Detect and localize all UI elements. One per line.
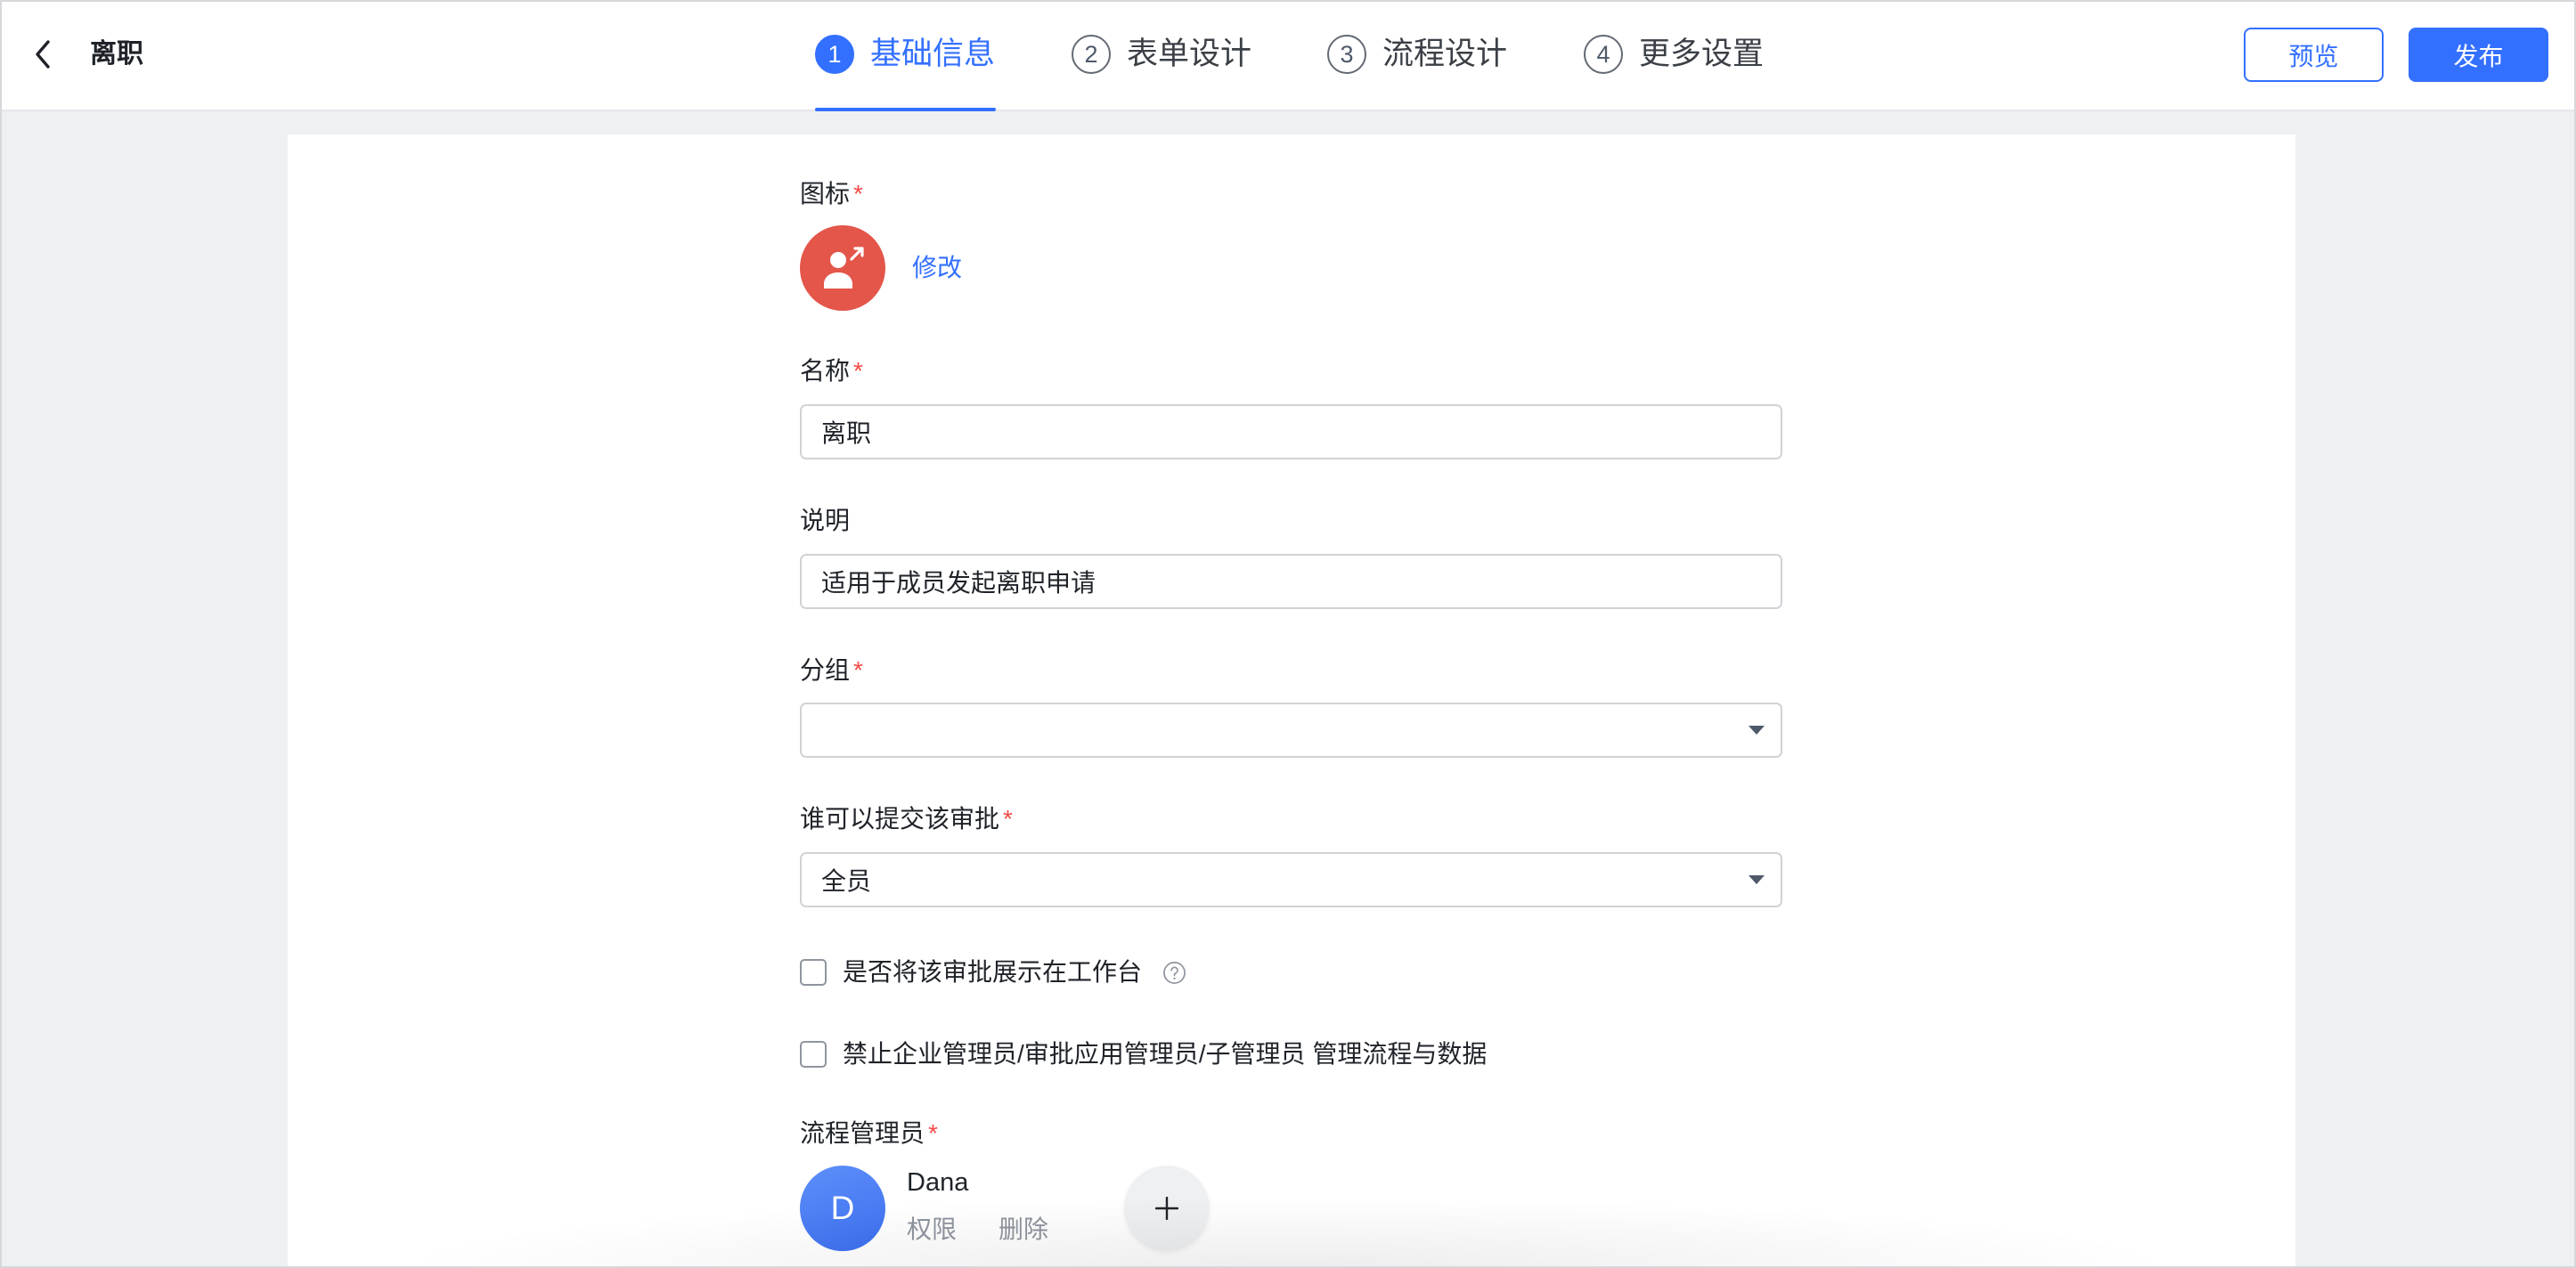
admin-permission-link[interactable]: 权限 <box>907 1212 957 1248</box>
page-title: 离职 <box>90 39 143 69</box>
question-circle-icon[interactable] <box>1162 961 1186 985</box>
required-mark: * <box>928 1119 938 1147</box>
plus-icon <box>1155 1197 1178 1220</box>
preview-button[interactable]: 预览 <box>2244 28 2384 82</box>
step-label: 基础信息 <box>870 37 996 71</box>
step-number: 2 <box>1072 35 1111 74</box>
name-input[interactable] <box>800 404 1782 459</box>
active-step-underline <box>815 108 996 111</box>
step-label: 流程设计 <box>1382 37 1508 71</box>
admin-delete-link[interactable]: 删除 <box>999 1212 1048 1248</box>
label-text: 流程管理员 <box>800 1119 925 1147</box>
step-number: 4 <box>1584 35 1623 74</box>
submitter-select[interactable]: 全员 <box>800 852 1782 907</box>
add-admin-button[interactable] <box>1124 1166 1210 1251</box>
edit-icon-link[interactable]: 修改 <box>912 250 962 286</box>
show-in-workbench-checkbox[interactable] <box>800 959 827 986</box>
icon-field-label: 图标 * <box>800 176 863 212</box>
step-label: 更多设置 <box>1639 37 1765 71</box>
step-tab-form-design[interactable]: 2 表单设计 <box>1072 33 1251 76</box>
step-label: 表单设计 <box>1127 37 1252 71</box>
approval-app-icon <box>800 225 885 311</box>
label-text: 图标 <box>800 180 851 207</box>
step-tab-basic-info[interactable]: 1 基础信息 <box>815 33 995 76</box>
required-mark: * <box>853 357 863 385</box>
description-field-label: 说明 <box>800 503 850 539</box>
required-mark: * <box>853 656 863 684</box>
required-mark: * <box>853 180 863 207</box>
basic-info-card: 图标 * 修改 名称 * 说明 分组 * 谁可以提交该审批 * 全员 <box>288 134 2295 1268</box>
step-number: 1 <box>815 35 854 74</box>
description-input[interactable] <box>800 554 1782 609</box>
top-navigation-bar: 离职 1 基础信息 2 表单设计 3 流程设计 4 更多设置 预览 发布 <box>0 0 2576 111</box>
label-text: 名称 <box>800 357 851 385</box>
step-tab-process-design[interactable]: 3 流程设计 <box>1327 33 1507 76</box>
process-admins-label: 流程管理员 * <box>800 1116 938 1151</box>
show-in-workbench-label: 是否将该审批展示在工作台 <box>843 958 1143 986</box>
submitter-select-value: 全员 <box>821 867 872 895</box>
name-field-label: 名称 * <box>800 354 863 389</box>
forbid-admin-manage-label: 禁止企业管理员/审批应用管理员/子管理员 管理流程与数据 <box>843 1040 1488 1068</box>
submitter-field-label: 谁可以提交该审批 * <box>800 801 1013 837</box>
group-field-label: 分组 * <box>800 653 863 688</box>
chevron-left-icon <box>36 40 50 69</box>
required-mark: * <box>1003 805 1013 833</box>
group-select[interactable] <box>800 703 1782 758</box>
caret-down-icon <box>1749 726 1765 735</box>
admin-name: Dana <box>907 1168 969 1197</box>
label-text: 谁可以提交该审批 <box>800 805 1000 833</box>
show-in-workbench-option: 是否将该审批展示在工作台 <box>800 955 1186 990</box>
back-button[interactable] <box>27 36 59 73</box>
forbid-admin-manage-checkbox[interactable] <box>800 1041 827 1068</box>
label-text: 说明 <box>800 507 851 534</box>
label-text: 分组 <box>800 656 851 684</box>
person-leave-icon <box>800 225 885 311</box>
forbid-admin-manage-option: 禁止企业管理员/审批应用管理员/子管理员 管理流程与数据 <box>800 1036 1487 1072</box>
step-tab-more-settings[interactable]: 4 更多设置 <box>1584 33 1764 76</box>
avatar: D <box>800 1166 885 1251</box>
step-number: 3 <box>1327 35 1366 74</box>
caret-down-icon <box>1749 875 1765 884</box>
publish-button[interactable]: 发布 <box>2409 28 2548 82</box>
